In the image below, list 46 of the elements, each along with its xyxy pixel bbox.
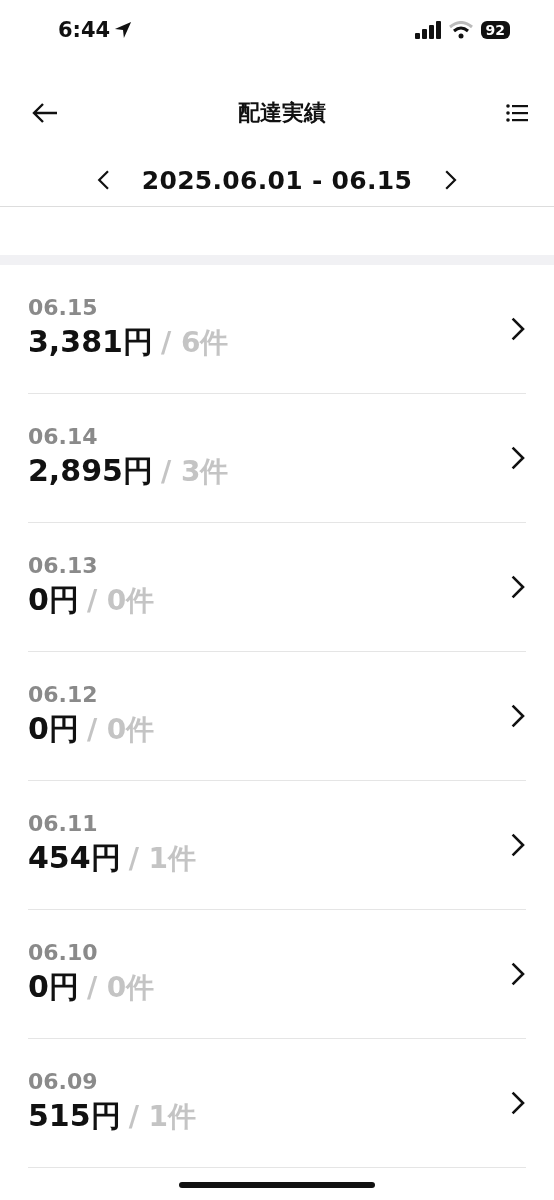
day-amount: 3,381円 — [28, 323, 153, 361]
chevron-right-icon — [510, 961, 526, 987]
day-row[interactable]: 06.10 0円 / 0件 — [28, 910, 526, 1039]
day-date: 06.12 — [28, 682, 99, 707]
period-label: 2025.06.01 - 06.15 — [141, 165, 413, 195]
day-row[interactable]: 06.15 3,381円 / 6件 — [28, 265, 526, 394]
day-count: / 0件 — [86, 970, 155, 1006]
day-date: 06.13 — [28, 553, 99, 578]
chevron-right-icon — [510, 316, 526, 342]
chevron-right-icon — [444, 169, 458, 191]
chevron-left-icon — [96, 169, 110, 191]
day-amount: 454円 — [28, 839, 121, 877]
day-count: / 6件 — [160, 325, 229, 361]
day-count: / 3件 — [160, 454, 229, 490]
chevron-right-icon — [510, 1090, 526, 1116]
status-time: 6:44 — [58, 18, 133, 42]
day-date: 06.14 — [28, 424, 99, 449]
day-row[interactable]: 06.14 2,895円 / 3件 — [28, 394, 526, 523]
day-amount: 0円 — [28, 710, 79, 748]
battery-indicator: 92 — [480, 21, 510, 39]
day-count: / 0件 — [86, 583, 155, 619]
page-title: 配達実績 — [238, 99, 326, 127]
day-count: / 1件 — [128, 1099, 197, 1135]
day-count: / 0件 — [86, 712, 155, 748]
location-arrow-icon — [114, 21, 133, 39]
chevron-right-icon — [510, 832, 526, 858]
chevron-right-icon — [510, 703, 526, 729]
day-row[interactable]: 06.09 515円 / 1件 — [28, 1039, 526, 1168]
day-date: 06.09 — [28, 1069, 99, 1094]
day-row[interactable]: 06.12 0円 / 0件 — [28, 652, 526, 781]
chevron-right-icon — [510, 445, 526, 471]
wifi-icon — [448, 21, 473, 39]
day-amount: 0円 — [28, 968, 79, 1006]
day-date: 06.11 — [28, 811, 99, 836]
back-arrow-icon — [32, 102, 58, 124]
day-amount: 2,895円 — [28, 452, 153, 490]
day-row[interactable]: 06.11 454円 / 1件 — [28, 781, 526, 910]
chevron-right-icon — [510, 574, 526, 600]
day-amount: 0円 — [28, 581, 79, 619]
day-count: / 1件 — [128, 841, 197, 877]
day-row[interactable]: 06.13 0円 / 0件 — [28, 523, 526, 652]
day-date: 06.10 — [28, 940, 99, 965]
day-amount: 515円 — [28, 1097, 121, 1135]
signal-icon — [414, 21, 441, 39]
day-date: 06.15 — [28, 295, 99, 320]
list-icon — [506, 104, 528, 122]
